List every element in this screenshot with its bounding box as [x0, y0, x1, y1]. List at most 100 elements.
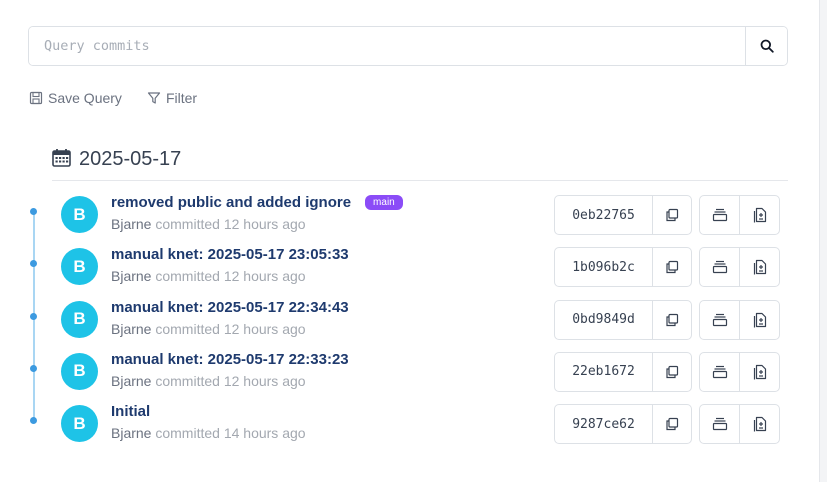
- diff-file-icon: [753, 312, 766, 328]
- filter-icon: [147, 92, 161, 104]
- hash-group: 0eb22765: [554, 195, 692, 235]
- commit-time: committed 12 hours ago: [155, 372, 306, 389]
- search-icon: [760, 39, 774, 53]
- timeline-dot: [30, 208, 37, 215]
- search-bar: [28, 26, 788, 66]
- commit-meta: Bjarne committed 12 hours ago: [111, 216, 306, 232]
- copy-icon: [666, 313, 679, 326]
- commit-title-row: manual knet: 2025-05-17 22:34:43: [111, 299, 349, 316]
- calendar-icon: [52, 149, 71, 167]
- diff-button[interactable]: [739, 405, 779, 444]
- copy-hash-button[interactable]: [653, 301, 691, 339]
- save-icon: [29, 91, 43, 105]
- browse-files-icon: [712, 261, 727, 274]
- browse-files-button[interactable]: [700, 301, 739, 339]
- commit-hash[interactable]: 0bd9849d: [555, 300, 653, 339]
- commit-meta: Bjarne committed 12 hours ago: [111, 268, 306, 284]
- avatar: B: [61, 248, 98, 286]
- timeline-dot: [30, 312, 37, 320]
- copy-hash-button[interactable]: [653, 353, 691, 391]
- avatar: B: [61, 352, 98, 390]
- commit-meta: Bjarne committed 14 hours ago: [111, 425, 306, 441]
- commit-time: committed 12 hours ago: [155, 216, 306, 232]
- commit-title-row: Initial: [111, 403, 150, 420]
- commit-row: B manual knet: 2025-05-17 22:34:43 Bjarn…: [0, 299, 800, 353]
- hash-group: 0bd9849d: [554, 299, 692, 340]
- browse-files-button[interactable]: [700, 353, 739, 391]
- commit-message[interactable]: manual knet: 2025-05-17 23:05:33: [111, 246, 349, 263]
- save-query-label: Save Query: [48, 90, 122, 106]
- copy-hash-button[interactable]: [653, 248, 691, 286]
- commit-time: committed 14 hours ago: [155, 425, 306, 442]
- commit-message[interactable]: manual knet: 2025-05-17 22:34:43: [111, 299, 349, 316]
- commit-actions: [699, 195, 780, 235]
- commit-author: Bjarne: [111, 425, 152, 442]
- diff-button[interactable]: [739, 300, 779, 339]
- browse-files-icon: [712, 418, 727, 431]
- commit-hash[interactable]: 0eb22765: [555, 196, 653, 234]
- commit-hash[interactable]: 1b096b2c: [555, 248, 653, 287]
- query-toolbar: Save Query Filter: [29, 90, 197, 106]
- commit-time: committed 12 hours ago: [155, 320, 306, 337]
- filter-button[interactable]: Filter: [147, 90, 197, 106]
- branch-badge: main: [365, 195, 403, 210]
- diff-button[interactable]: [739, 248, 779, 287]
- commit-title-row: manual knet: 2025-05-17 23:05:33: [111, 246, 349, 263]
- commit-author: Bjarne: [111, 320, 152, 337]
- commit-actions: [699, 404, 780, 445]
- copy-icon: [666, 208, 679, 222]
- copy-hash-button[interactable]: [653, 405, 691, 443]
- commit-row: B manual knet: 2025-05-17 23:05:33 Bjarn…: [0, 246, 800, 300]
- hash-group: 1b096b2c: [554, 247, 692, 288]
- browse-files-button[interactable]: [700, 196, 739, 234]
- search-button[interactable]: [745, 27, 787, 65]
- commit-hash[interactable]: 9287ce62: [555, 405, 653, 444]
- diff-file-icon: [753, 364, 766, 380]
- commit-actions: [699, 299, 780, 340]
- copy-icon: [666, 261, 679, 274]
- browse-files-button[interactable]: [700, 248, 739, 286]
- commit-author: Bjarne: [111, 268, 152, 285]
- diff-button[interactable]: [739, 196, 779, 234]
- browse-files-icon: [712, 313, 727, 326]
- commit-author: Bjarne: [111, 372, 152, 389]
- commit-hash[interactable]: 22eb1672: [555, 352, 653, 391]
- copy-hash-button[interactable]: [653, 196, 691, 234]
- right-scroll-area: [819, 0, 827, 482]
- hash-group: 22eb1672: [554, 351, 692, 392]
- commit-actions: [699, 351, 780, 392]
- diff-file-icon: [753, 417, 766, 432]
- date-group-header: 2025-05-17: [52, 144, 788, 181]
- commit-meta: Bjarne committed 12 hours ago: [111, 321, 306, 337]
- timeline-dot: [30, 417, 37, 425]
- commit-row: B manual knet: 2025-05-17 22:33:23 Bjarn…: [0, 351, 800, 405]
- save-query-button[interactable]: Save Query: [29, 90, 122, 106]
- filter-label: Filter: [165, 90, 198, 106]
- commit-meta: Bjarne committed 12 hours ago: [111, 373, 306, 389]
- date-group-label: 2025-05-17: [79, 148, 182, 170]
- commit-message[interactable]: manual knet: 2025-05-17 22:33:23: [111, 351, 349, 368]
- timeline-dot: [30, 364, 37, 372]
- browse-files-button[interactable]: [700, 405, 739, 443]
- diff-file-icon: [753, 260, 766, 275]
- browse-files-icon: [712, 208, 727, 222]
- commit-actions: [699, 247, 780, 288]
- commit-row: B removed public and added ignore main B…: [0, 194, 800, 248]
- commit-author: Bjarne: [111, 216, 152, 232]
- copy-icon: [666, 418, 679, 431]
- diff-file-icon: [753, 207, 766, 223]
- browse-files-icon: [712, 365, 727, 378]
- hash-group: 9287ce62: [554, 404, 692, 445]
- copy-icon: [666, 365, 679, 378]
- commit-row: B Initial Bjarne committed 14 hours ago …: [0, 403, 800, 457]
- avatar: B: [61, 300, 98, 338]
- diff-button[interactable]: [739, 352, 779, 391]
- search-input[interactable]: [29, 27, 745, 65]
- avatar: B: [61, 196, 98, 233]
- commit-title-row: removed public and added ignore main: [111, 194, 403, 211]
- timeline-dot: [30, 260, 37, 268]
- commit-message[interactable]: removed public and added ignore: [111, 194, 351, 211]
- commit-message[interactable]: Initial: [111, 403, 150, 420]
- commit-time: committed 12 hours ago: [155, 268, 306, 285]
- commit-title-row: manual knet: 2025-05-17 22:33:23: [111, 351, 349, 368]
